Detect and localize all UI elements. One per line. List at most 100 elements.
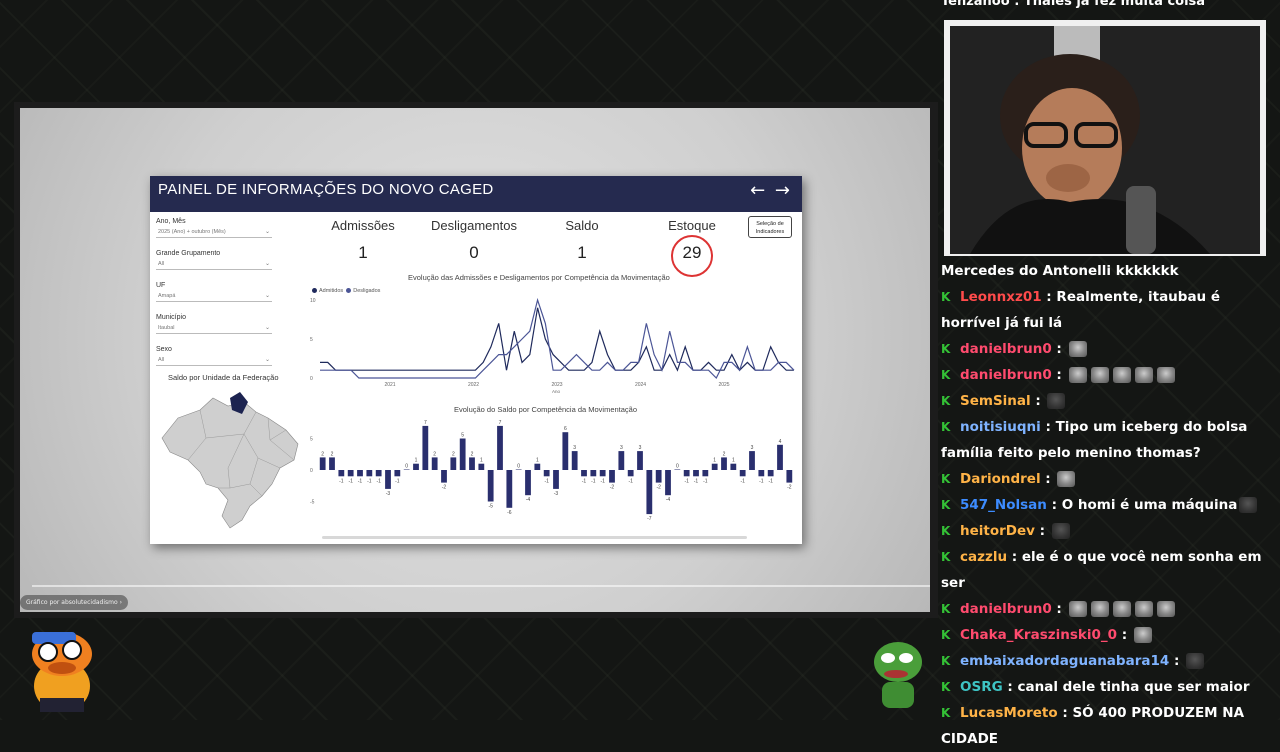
bar — [562, 432, 569, 470]
kpi-label: Estoque — [668, 218, 716, 233]
chat-username[interactable]: Leonnxz01 — [960, 289, 1042, 305]
webcam-feed — [950, 26, 1260, 254]
bar-label: -1 — [684, 478, 689, 484]
emote-icon — [1156, 601, 1175, 617]
chat-username[interactable]: 547_Nolsan — [960, 497, 1047, 513]
bar — [786, 470, 793, 483]
bar — [749, 451, 755, 470]
bar-chart[interactable]: -5052 2-1 -1 -1 -1 -1-3-10172-22521-57-60-41-… — [310, 418, 800, 530]
dashboard-header: PAINEL DE INFORMAÇÕES DO NOVO CAGED ← → — [150, 176, 802, 212]
chevron-down-icon: ⌄ — [264, 293, 270, 299]
bar-label: -2 — [787, 485, 792, 491]
filter-label: Grande Grupamento — [156, 250, 221, 257]
bar — [338, 470, 345, 477]
bar-label: -1 — [367, 478, 372, 484]
x-tick-label: 2022 — [468, 382, 479, 388]
chat-separator: : — [1041, 289, 1057, 305]
chat-message: Kdanielbrun0 : — [941, 362, 1271, 388]
bar — [543, 470, 550, 477]
kpi-desligamentos: Desligamentos 0 — [422, 218, 526, 263]
emote-icon — [1051, 523, 1070, 539]
video-progress-bar[interactable] — [32, 585, 930, 587]
chevron-down-icon: ⌄ — [264, 261, 270, 267]
chat-username[interactable]: cazzlu — [960, 549, 1007, 565]
chat-username[interactable]: OSRG — [960, 679, 1003, 695]
bar — [777, 444, 783, 470]
filter-period-select[interactable]: 2025 (Ano) + outubro (Mês) ⌄ — [156, 227, 272, 238]
brazil-shape — [161, 397, 299, 529]
y-tick-label: 5 — [310, 337, 313, 343]
chat-username[interactable]: heitorDev — [960, 523, 1035, 539]
x-tick-label: 2023 — [551, 382, 562, 388]
bar-label: -1 — [694, 478, 699, 484]
brazil-map[interactable] — [158, 388, 303, 533]
x-tick-label: 2024 — [635, 382, 646, 388]
filter-sexo-select[interactable]: All ⌄ — [156, 355, 272, 366]
bar-label: 0 — [676, 464, 679, 470]
highlight-circle — [671, 235, 713, 277]
emote-icon — [1057, 471, 1076, 487]
chat-username[interactable]: LucasMoreto — [960, 705, 1058, 721]
chat-message: Kdanielbrun0 : — [941, 336, 1271, 362]
chat-username[interactable]: danielbrun0 — [960, 367, 1052, 383]
chat-username[interactable]: Dariondrel — [960, 471, 1041, 487]
chat-username[interactable]: SemSinal — [960, 393, 1031, 409]
kpi-label: Desligamentos — [431, 218, 517, 233]
bar-label: 3 — [573, 445, 576, 451]
filter-group-select[interactable]: All ⌄ — [156, 259, 272, 270]
chat-cut-message: Tenzahoo : Thales já fez muita coisa — [941, 0, 1206, 9]
bar-label: 7 — [424, 420, 427, 426]
chat-username[interactable]: danielbrun0 — [960, 601, 1052, 617]
kick-badge-icon: K — [941, 290, 951, 304]
filter-uf-select[interactable]: Amapá ⌄ — [156, 291, 272, 302]
bar — [403, 469, 410, 470]
bar-label: -1 — [703, 478, 708, 484]
chat-message: K LucasMoreto : SÓ 400 PRODUZEM NA CIDADE — [941, 700, 1271, 752]
chat-separator: : — [1051, 341, 1067, 357]
bar-label: 6 — [564, 426, 567, 432]
chat-username[interactable]: noitisiuqni — [960, 419, 1041, 435]
chat-separator: : — [1117, 627, 1132, 643]
arrow-right-icon[interactable]: → — [775, 180, 790, 201]
dashboard-title: PAINEL DE INFORMAÇÕES DO NOVO CAGED — [158, 181, 494, 198]
bar — [618, 451, 625, 470]
kick-badge-icon: K — [941, 472, 951, 486]
bar-label: -3 — [554, 491, 559, 497]
bar-label: -1 — [600, 478, 605, 484]
y-tick-label: 10 — [310, 298, 316, 304]
chat-separator: : — [1007, 549, 1022, 565]
mascot-sprite — [32, 632, 92, 712]
chat-separator: : — [1030, 393, 1046, 409]
bar-label: -1 — [582, 478, 587, 484]
chat-message: K SemSinal : — [941, 388, 1271, 414]
horizontal-scrollbar[interactable] — [322, 536, 747, 539]
line-chart-title: Evolução das Admissões e Desligamentos p… — [408, 273, 670, 282]
indicator-selection-button[interactable]: Seleção de Indicadores — [748, 216, 792, 238]
bar-label: -3 — [386, 491, 391, 497]
chat-separator: : — [1057, 705, 1073, 721]
chat-username[interactable]: embaixadordaguanabara14 — [960, 653, 1169, 669]
chat-username[interactable]: danielbrun0 — [960, 341, 1052, 357]
legend-dot — [346, 288, 352, 294]
bar — [478, 463, 485, 470]
bar-label: -1 — [740, 478, 745, 484]
credit-pill[interactable]: Gráfico por absolutecidadismo › — [20, 595, 128, 610]
x-tick-label: 2021 — [384, 382, 395, 388]
bar-label: -1 — [348, 478, 353, 484]
kpi-value: 0 — [469, 243, 479, 262]
filter-label: UF — [156, 282, 166, 289]
bar — [711, 463, 718, 470]
bar-label: 1 — [713, 458, 716, 464]
bar — [581, 470, 587, 477]
line-chart[interactable]: 0 5 10 2021 2022 2023 2024 2025 Ano — [310, 294, 800, 404]
chat-panel: Mercedes do Antonelli kkkkkkk K Leonnxz01 … — [941, 258, 1271, 752]
kpi-label: Admissões — [331, 218, 395, 233]
filter-municipio-select[interactable]: Itaubal ⌄ — [156, 323, 272, 334]
streamer-photo — [950, 26, 1260, 254]
bar — [431, 457, 438, 470]
arrow-left-icon[interactable]: ← — [750, 180, 765, 201]
bar — [665, 470, 671, 496]
chat-message: K Leonnxz01 : Realmente, itaubau é horrív… — [941, 284, 1271, 336]
chat-username[interactable]: Chaka_Kraszinski0_0 — [960, 627, 1117, 643]
bar — [767, 470, 774, 477]
